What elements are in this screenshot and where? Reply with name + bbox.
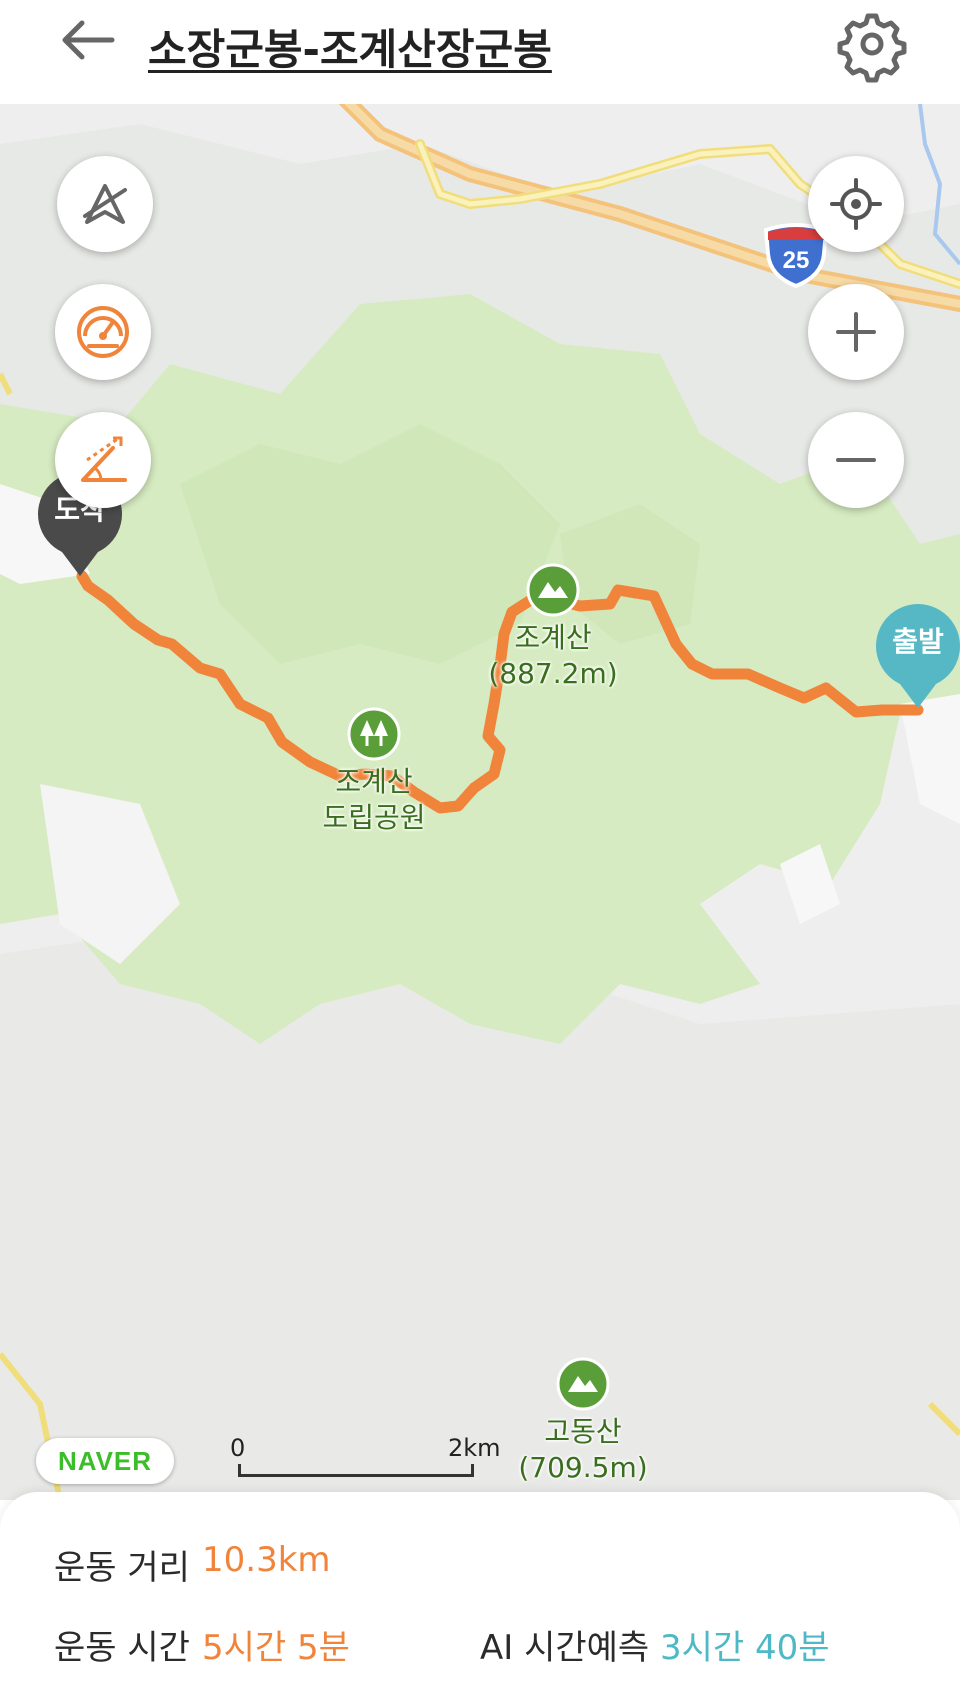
ai-prediction-value: 3시간 40분: [660, 1628, 830, 1668]
speedometer-icon: [77, 306, 129, 358]
peak-name: 고동산: [544, 1415, 622, 1448]
mountain-icon: [526, 563, 580, 617]
gear-icon: [837, 13, 907, 83]
time-value: 5시간 5분: [202, 1628, 350, 1668]
slope-button[interactable]: [55, 412, 151, 508]
park-name-line2: 도립공원: [322, 801, 426, 834]
top-bar: 소장군봉-조계산장군봉: [0, 0, 960, 104]
ai-prediction-label: AI 시간예측: [480, 1628, 650, 1668]
highway-shield-number: 25: [783, 247, 810, 274]
zoom-in-icon: [836, 312, 876, 352]
trail-map[interactable]: 25 조계산 (887.2m) 조계산 도립공원 고동산 (709.5m) 도착…: [0, 104, 960, 1500]
tree-icon: [347, 707, 401, 761]
compass-toggle-button[interactable]: [57, 156, 153, 252]
time-label: 운동 시간: [54, 1628, 190, 1668]
compass-off-icon: [83, 184, 127, 224]
mountain-icon: [556, 1357, 610, 1411]
zoom-in-button[interactable]: [808, 284, 904, 380]
scale-end-label: 2km: [448, 1434, 501, 1462]
distance-label: 운동 거리: [54, 1548, 190, 1588]
locate-icon: [830, 178, 882, 230]
zoom-out-button[interactable]: [808, 412, 904, 508]
back-button[interactable]: [52, 8, 132, 88]
start-marker[interactable]: 출발: [872, 602, 960, 714]
peak-name: 조계산: [514, 621, 592, 654]
peak-elevation: (709.5m): [518, 1451, 648, 1484]
peak-label-godongsan: 고동산 (709.5m): [518, 1414, 647, 1486]
park-name-line1: 조계산: [335, 765, 413, 798]
peak-label-jogyesan: 조계산 (887.2m): [488, 620, 617, 692]
scale-start-label: 0: [230, 1434, 246, 1462]
settings-button[interactable]: [832, 4, 912, 84]
distance-value: 10.3km: [202, 1540, 331, 1580]
start-marker-label: 출발: [892, 625, 944, 658]
scale-line: [238, 1464, 474, 1477]
arrow-left-icon: [62, 20, 115, 60]
speed-button[interactable]: [55, 284, 151, 380]
stats-panel: 운동 거리 10.3km 운동 시간 5시간 5분 AI 시간예측 3시간 40…: [0, 1492, 960, 1688]
zoom-out-icon: [836, 458, 876, 462]
naver-logo[interactable]: NAVER: [36, 1438, 174, 1484]
park-label: 조계산 도립공원: [322, 764, 425, 836]
slope-icon: [81, 436, 127, 482]
peak-elevation: (887.2m): [488, 657, 618, 690]
route-title: 소장군봉-조계산장군봉: [148, 25, 552, 74]
scale-bar: 0 2km: [230, 1434, 501, 1484]
locate-button[interactable]: [808, 156, 904, 252]
